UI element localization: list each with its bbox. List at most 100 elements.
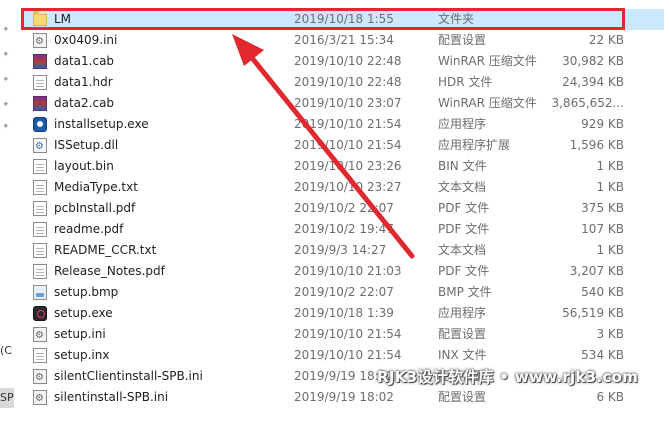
bitmap-icon <box>33 285 47 300</box>
winrar-icon <box>33 54 47 69</box>
file-date: 2019/10/18 1:55 <box>294 12 394 26</box>
watermark: RJK3设计软件库 • www.rjk3.com <box>377 368 639 386</box>
file-size: 107 KB <box>581 222 624 236</box>
file-name: setup.bmp <box>54 285 119 299</box>
file-row[interactable]: installsetup.exe 2019/10/10 21:54 应用程序 929 … <box>24 114 664 135</box>
file-type: 配置设置 <box>438 390 487 404</box>
installer-icon <box>33 117 47 132</box>
file-type: WinRAR 压缩文件 <box>438 96 537 110</box>
file-type: 应用程序 <box>438 306 487 320</box>
file-size: 1 KB <box>596 180 624 194</box>
file-type: PDF 文件 <box>438 201 490 215</box>
file-row[interactable]: 0x0409.ini 2016/3/21 15:34 配置设置 22 KB <box>24 30 664 52</box>
file-type: INX 文件 <box>438 348 487 362</box>
file-row[interactable]: data1.cab 2019/10/10 22:48 WinRAR 压缩文件 30,9… <box>24 51 664 72</box>
file-row[interactable]: MediaType.txt 2019/10/10 23:27 文本文档 1 KB <box>24 177 664 198</box>
file-date: 2016/3/21 15:34 <box>294 33 394 47</box>
document-icon <box>33 201 47 216</box>
file-name: installsetup.exe <box>54 117 149 131</box>
file-type: WinRAR 压缩文件 <box>438 54 537 68</box>
file-row[interactable]: layout.bin 2019/10/10 23:26 BIN 文件 1 KB <box>24 156 664 177</box>
pin-icon: ✦ <box>2 100 10 110</box>
file-name: Release_Notes.pdf <box>54 264 165 278</box>
file-size: 929 KB <box>581 117 624 131</box>
file-name: data1.cab <box>54 54 115 68</box>
file-size: 30,982 KB <box>562 54 624 68</box>
file-date: 2019/10/2 19:47 <box>294 222 394 236</box>
file-date: 2019/10/10 23:07 <box>294 96 402 110</box>
winrar-icon <box>33 96 47 111</box>
file-size: 6 KB <box>596 390 624 404</box>
file-name: ISSetup.dll <box>54 138 119 152</box>
file-size: 1 KB <box>596 159 624 173</box>
file-date: 2019/10/18 1:39 <box>294 306 394 320</box>
file-name: data1.hdr <box>54 75 113 89</box>
pin-icon: ✦ <box>2 25 10 35</box>
file-row[interactable]: README_CCR.txt 2019/9/3 14:27 文本文档 1 KB <box>24 240 664 261</box>
file-type: 文本文档 <box>438 180 487 194</box>
file-row[interactable]: data2.cab 2019/10/10 23:07 WinRAR 压缩文件 3,86… <box>24 93 664 114</box>
file-name: setup.ini <box>54 327 106 341</box>
file-size: 3,865,652... <box>551 96 624 110</box>
file-date: 2019/10/10 21:54 <box>294 348 402 362</box>
file-row[interactable]: Release_Notes.pdf 2019/10/10 21:03 PDF 文件 3… <box>24 261 664 282</box>
config-file-icon <box>33 325 47 346</box>
file-name: readme.pdf <box>54 222 124 236</box>
file-row[interactable]: ISSetup.dll 2019/10/10 21:54 应用程序扩展 1,596 K… <box>24 135 664 157</box>
file-type: HDR 文件 <box>438 75 493 89</box>
file-row[interactable]: setup.inx 2019/10/10 21:54 INX 文件 534 KB <box>24 345 664 366</box>
file-date: 2019/10/10 22:48 <box>294 75 402 89</box>
file-size: 375 KB <box>581 201 624 215</box>
file-row[interactable]: LM 2019/10/18 1:55 文件夹 <box>24 9 664 30</box>
config-file-icon <box>33 367 47 388</box>
file-type: PDF 文件 <box>438 264 490 278</box>
file-date: 2019/10/2 22:07 <box>294 201 394 215</box>
file-size: 56,519 KB <box>562 306 624 320</box>
file-date: 2019/10/10 23:26 <box>294 159 402 173</box>
document-icon <box>33 348 47 363</box>
document-icon <box>33 159 47 174</box>
file-type: PDF 文件 <box>438 222 490 236</box>
file-row[interactable]: pcbInstall.pdf 2019/10/2 22:07 PDF 文件 375 K… <box>24 198 664 219</box>
nav-fragment[interactable]: (C <box>0 344 12 358</box>
file-name: setup.exe <box>54 306 113 320</box>
file-row[interactable]: setup.exe 2019/10/18 1:39 应用程序 56,519 KB <box>24 303 664 324</box>
file-name: pcbInstall.pdf <box>54 201 136 215</box>
pin-icon: ✦ <box>2 50 10 60</box>
file-row[interactable]: data1.hdr 2019/10/10 22:48 HDR 文件 24,394 KB <box>24 72 664 93</box>
file-date: 2019/9/19 18:02 <box>294 390 394 404</box>
file-row[interactable]: setup.ini 2019/10/10 21:54 配置设置 3 KB <box>24 324 664 346</box>
file-size: 24,394 KB <box>562 75 624 89</box>
document-icon <box>33 264 47 279</box>
config-file-icon <box>33 388 47 409</box>
file-type: 应用程序扩展 <box>438 138 511 152</box>
folder-icon <box>33 11 47 26</box>
file-row[interactable]: silentinstall-SPB.ini 2019/9/19 18:02 配置设置… <box>24 387 664 409</box>
pin-icon: ✦ <box>2 122 10 132</box>
config-file-icon <box>33 31 47 52</box>
file-size: 540 KB <box>581 285 624 299</box>
file-list: LM 2019/10/18 1:55 文件夹 0x0409.ini 2016/3/21 … <box>24 9 664 409</box>
navigation-pane-edge: ✦ ✦ ✦ ✦ ✦ (C SP <box>0 0 20 432</box>
file-type: 应用程序 <box>438 117 487 131</box>
file-row[interactable]: readme.pdf 2019/10/2 19:47 PDF 文件 107 KB <box>24 219 664 240</box>
file-date: 2019/10/10 21:54 <box>294 327 402 341</box>
file-name: data2.cab <box>54 96 115 110</box>
file-date: 2019/9/3 14:27 <box>294 243 387 257</box>
file-size: 3 KB <box>596 327 624 341</box>
file-date: 2019/10/10 22:48 <box>294 54 402 68</box>
file-name: README_CCR.txt <box>54 243 157 257</box>
file-type: 文本文档 <box>438 243 487 257</box>
file-size: 1,596 KB <box>569 138 624 152</box>
nav-fragment[interactable]: SP <box>0 391 14 405</box>
file-size: 1 KB <box>596 243 624 257</box>
file-row[interactable]: setup.bmp 2019/10/2 22:07 BMP 文件 540 KB <box>24 282 664 303</box>
document-icon <box>33 180 47 195</box>
file-type: 配置设置 <box>438 327 487 341</box>
file-date: 2019/10/10 21:54 <box>294 138 402 152</box>
file-date: 2019/10/10 23:27 <box>294 180 402 194</box>
file-type: BIN 文件 <box>438 159 487 173</box>
file-name: LM <box>54 12 72 26</box>
file-type: 文件夹 <box>438 12 475 26</box>
file-name: layout.bin <box>54 159 114 173</box>
